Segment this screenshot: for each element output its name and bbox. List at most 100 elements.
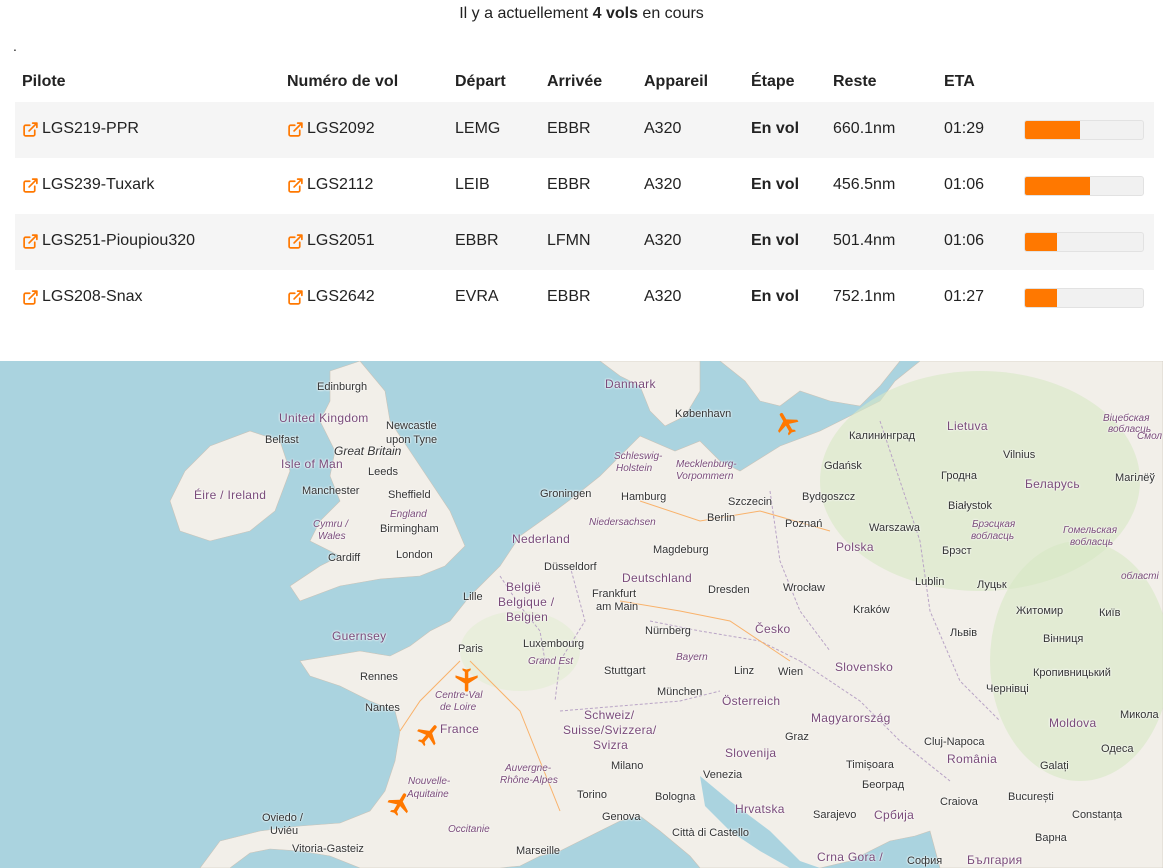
map-label: Groningen bbox=[540, 488, 592, 500]
map-label: Житомир bbox=[1016, 605, 1064, 617]
map-label: Одеса bbox=[1101, 743, 1134, 755]
map-label: Düsseldorf bbox=[544, 561, 597, 573]
map-label: Magdeburg bbox=[653, 544, 709, 556]
map-label: Гомельская bbox=[1063, 525, 1118, 536]
map-label: Marseille bbox=[516, 845, 561, 857]
arrival-code: EBBR bbox=[547, 120, 591, 137]
map-label: Uviéu bbox=[270, 825, 299, 837]
map-label: Rhône-Alpes bbox=[500, 775, 558, 786]
map-label: Paris bbox=[458, 643, 484, 655]
progress-fill bbox=[1025, 233, 1057, 251]
map-label: Cardiff bbox=[328, 552, 361, 564]
plane-icon[interactable] bbox=[773, 409, 801, 437]
map-label: Luxembourg bbox=[523, 638, 585, 650]
map-label: Birmingham bbox=[380, 523, 439, 535]
map-label: Hamburg bbox=[621, 491, 667, 503]
map-label: Гродна bbox=[941, 470, 977, 482]
map-label: Kraków bbox=[853, 604, 890, 616]
map-label: Schweiz/ bbox=[584, 708, 635, 722]
map-label: Magyarország bbox=[811, 711, 891, 725]
map-label: Варна bbox=[1035, 832, 1067, 844]
map-label: Isle of Man bbox=[281, 457, 343, 471]
aircraft-type: A320 bbox=[644, 120, 682, 137]
pilot-link[interactable]: LGS239-Tuxark bbox=[22, 176, 154, 194]
map-label: Moldova bbox=[1049, 716, 1097, 730]
external-link-icon bbox=[23, 177, 38, 193]
map-label: Schleswig- bbox=[614, 451, 663, 462]
header-eta: ETA bbox=[944, 73, 975, 90]
departure-code: LEIB bbox=[455, 176, 490, 193]
flight-link[interactable]: LGS2092 bbox=[287, 120, 375, 138]
map-label: Sheffield bbox=[388, 489, 431, 501]
summary-suffix: en cours bbox=[642, 5, 704, 22]
map-label: Newcastle bbox=[386, 420, 437, 432]
map-label: Bologna bbox=[655, 791, 696, 803]
flight-link[interactable]: LGS2112 bbox=[287, 176, 373, 194]
flight-link[interactable]: LGS2642 bbox=[287, 288, 375, 306]
map-label: Брэсцкая bbox=[972, 519, 1016, 530]
departure-code: LEMG bbox=[455, 120, 501, 137]
remaining-distance: 752.1nm bbox=[833, 288, 896, 305]
remaining-distance: 456.5nm bbox=[833, 176, 896, 193]
departure-code: EBBR bbox=[455, 232, 499, 249]
map-label: Калининград bbox=[849, 430, 916, 442]
flight-map[interactable]: Edinburgh United Kingdom Newcastle upon … bbox=[0, 361, 1163, 868]
plane-icon[interactable] bbox=[452, 666, 480, 694]
map-label: France bbox=[440, 722, 480, 736]
map-label: Wien bbox=[778, 666, 804, 678]
map-label: Nouvelle- bbox=[408, 776, 451, 787]
flight-stage: En vol bbox=[751, 288, 800, 305]
map-label: Torino bbox=[577, 789, 607, 801]
header-aircraft: Appareil bbox=[644, 73, 709, 90]
map-label: Crna Gora / bbox=[817, 850, 883, 864]
external-link-icon bbox=[23, 233, 38, 249]
map-label: Genova bbox=[602, 811, 641, 823]
flight-number: LGS2112 bbox=[307, 176, 374, 193]
map-label: Frankfurt bbox=[592, 588, 637, 600]
plane-icon[interactable] bbox=[386, 790, 414, 818]
eta: 01:06 bbox=[944, 176, 985, 193]
flight-number: LGS2051 bbox=[307, 232, 375, 249]
arrival-code: LFMN bbox=[547, 232, 591, 249]
table-row: LGS239-Tuxark LGS2112 LEIB EBBR A320 En vol 45… bbox=[15, 158, 1154, 214]
map-label: Deutschland bbox=[622, 571, 693, 585]
map-label: Nantes bbox=[365, 702, 400, 714]
map-label: München bbox=[657, 686, 703, 698]
map-label: Stuttgart bbox=[604, 665, 646, 677]
map-label: Guernsey bbox=[332, 629, 387, 643]
pilot-link[interactable]: LGS208-Snax bbox=[22, 288, 143, 306]
progress-fill bbox=[1025, 177, 1090, 195]
summary-prefix: Il y a actuellement bbox=[459, 5, 589, 22]
map-label: Беларусь bbox=[1025, 477, 1080, 491]
flights-summary: Il y a actuellement 4 vols en cours bbox=[0, 5, 1163, 23]
aircraft-type: A320 bbox=[644, 176, 682, 193]
remaining-distance: 660.1nm bbox=[833, 120, 896, 137]
pilot-name: LGS251-Pioupiou320 bbox=[42, 232, 196, 249]
map-label: Луцьк bbox=[977, 579, 1007, 591]
plane-icon[interactable] bbox=[415, 721, 443, 749]
pilot-name: LGS219-PPR bbox=[42, 120, 139, 137]
map-label: Mecklenburg- bbox=[676, 459, 737, 470]
map-label: Чернівці bbox=[986, 683, 1029, 695]
map-label: Belgien bbox=[506, 610, 549, 624]
progress-bar bbox=[1024, 288, 1144, 308]
flight-count: 4 vols bbox=[592, 5, 638, 22]
map-label: Віцебская bbox=[1103, 413, 1150, 424]
table-row: LGS208-Snax LGS2642 EVRA EBBR A320 En vol 752.… bbox=[15, 270, 1154, 326]
map-label: Suisse/Svizzera/ bbox=[563, 723, 657, 737]
flight-link[interactable]: LGS2051 bbox=[287, 232, 375, 250]
stray-dot: . bbox=[13, 38, 17, 54]
external-link-icon bbox=[23, 289, 38, 305]
map-label: Belgique / bbox=[498, 595, 555, 609]
header-departure: Départ bbox=[455, 73, 506, 90]
map-label: Galați bbox=[1040, 760, 1069, 772]
pilot-link[interactable]: LGS219-PPR bbox=[22, 120, 139, 138]
external-link-icon bbox=[288, 289, 303, 305]
aircraft-type: A320 bbox=[644, 288, 682, 305]
pilot-link[interactable]: LGS251-Pioupiou320 bbox=[22, 232, 195, 250]
header-stage: Étape bbox=[751, 73, 795, 90]
map-label: Nürnberg bbox=[645, 625, 691, 637]
map-label: Брэст bbox=[942, 545, 972, 557]
header-pilot: Pilote bbox=[22, 73, 66, 90]
map-label: София bbox=[907, 855, 943, 867]
